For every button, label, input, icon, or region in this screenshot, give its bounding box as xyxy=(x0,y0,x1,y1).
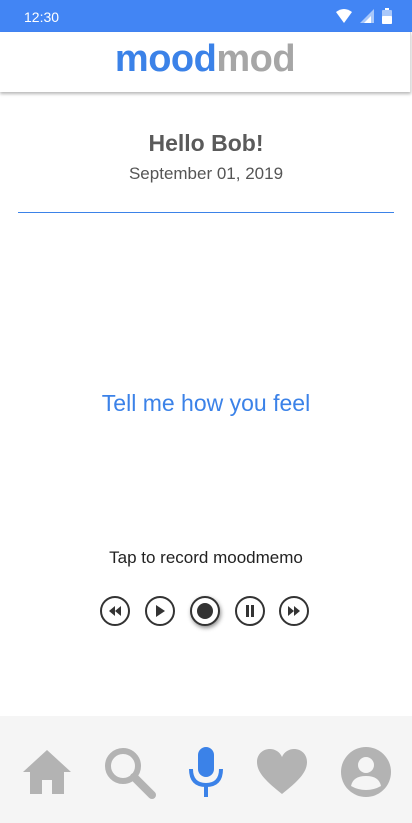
status-icons xyxy=(336,8,392,24)
home-icon xyxy=(23,750,71,794)
pause-button[interactable] xyxy=(235,596,265,626)
playback-controls xyxy=(0,596,412,632)
heart-icon xyxy=(257,749,307,794)
divider xyxy=(18,212,394,213)
feel-prompt[interactable]: Tell me how you feel xyxy=(0,390,412,417)
record-hint: Tap to record moodmemo xyxy=(109,548,303,567)
nav-search[interactable] xyxy=(101,744,157,800)
fast-forward-icon xyxy=(288,606,300,616)
current-date: September 01, 2019 xyxy=(128,164,284,183)
wifi-icon xyxy=(336,9,352,23)
nav-home[interactable] xyxy=(19,744,75,800)
pause-icon xyxy=(246,605,254,617)
nav-favorites[interactable] xyxy=(254,744,310,800)
bottom-nav xyxy=(0,716,412,823)
fast-forward-button[interactable] xyxy=(279,596,309,626)
status-bar: 12:30 xyxy=(0,0,412,32)
record-icon xyxy=(197,603,213,619)
rewind-button[interactable] xyxy=(100,596,130,626)
logo-part-mood: mood xyxy=(114,38,217,80)
rewind-icon xyxy=(109,606,121,616)
battery-icon xyxy=(382,8,392,24)
cell-signal-icon xyxy=(360,9,374,23)
greeting: Hello Bob! xyxy=(148,130,264,156)
app-bar: moodmod xyxy=(0,32,411,92)
record-button[interactable] xyxy=(190,596,220,626)
search-icon xyxy=(105,748,156,799)
play-icon xyxy=(156,605,165,617)
status-time: 12:30 xyxy=(24,9,60,25)
microphone-icon xyxy=(189,747,223,797)
app-logo: moodmod xyxy=(0,38,410,81)
nav-profile[interactable] xyxy=(338,744,394,800)
account-icon xyxy=(341,747,391,797)
logo-part-mod: mod xyxy=(216,38,296,80)
nav-record[interactable] xyxy=(178,744,234,800)
play-button[interactable] xyxy=(145,596,175,626)
